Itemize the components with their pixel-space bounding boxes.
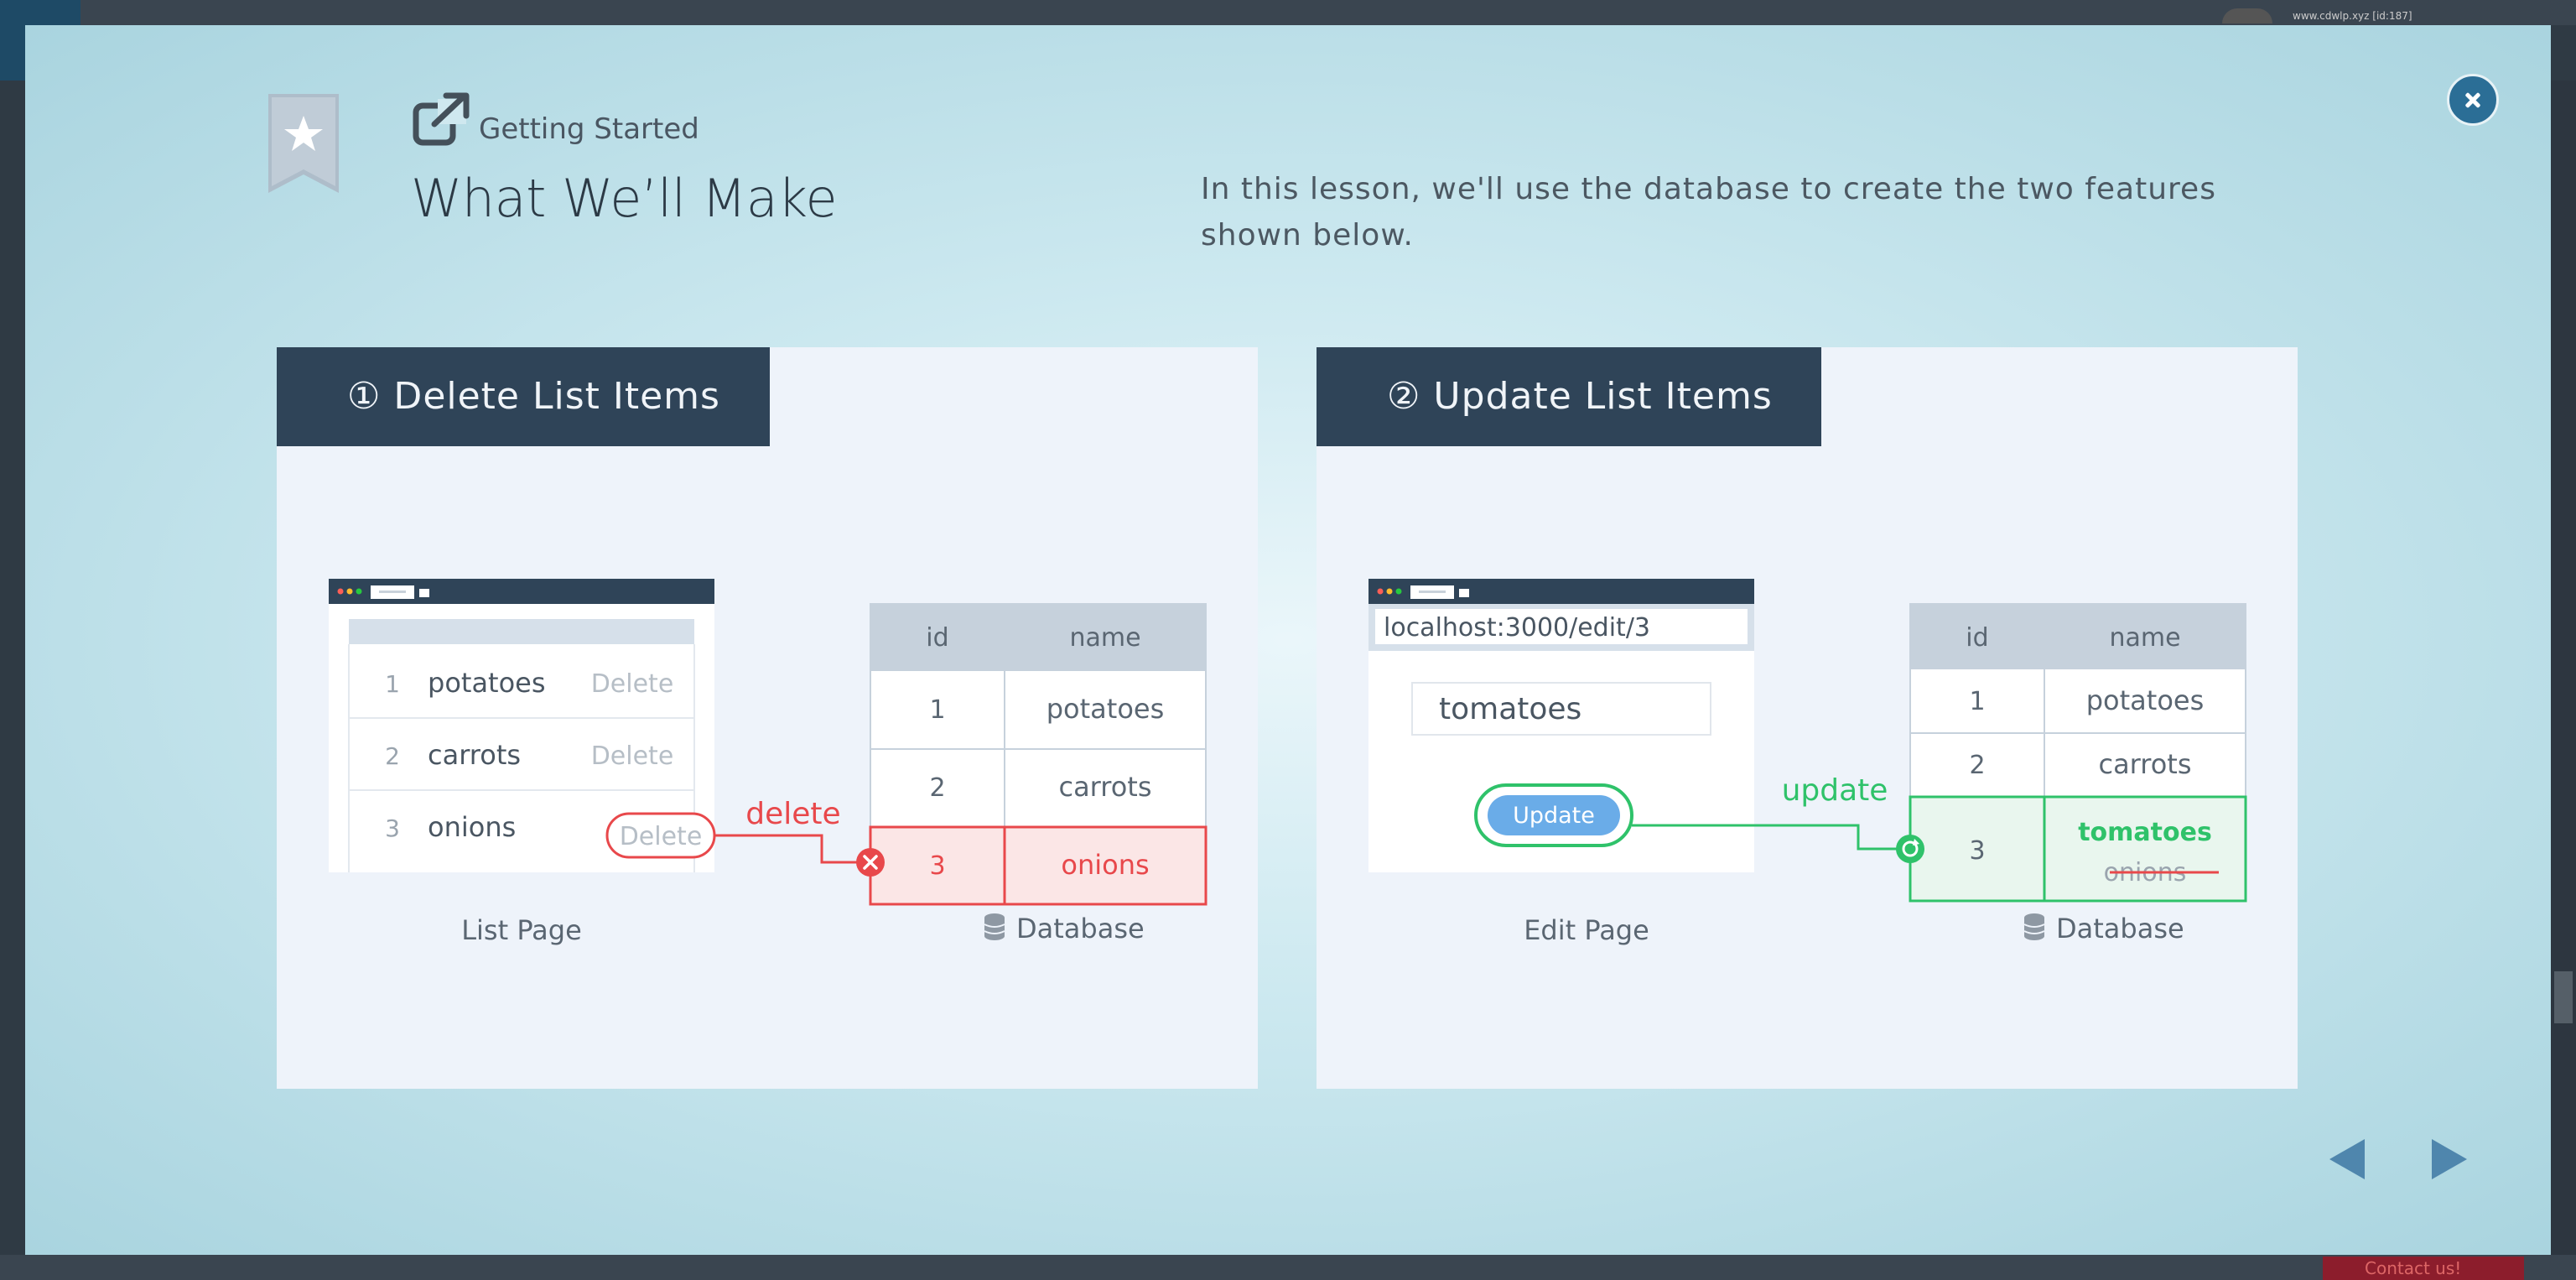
- bookmark-icon[interactable]: [268, 94, 339, 193]
- lesson-modal: Getting Started What We’ll Make In this …: [25, 25, 2551, 1255]
- avatar: [2222, 8, 2272, 23]
- db-cell-id: 2: [1969, 751, 1985, 780]
- update-panel: ② Update List Items localhost:3000/edit/…: [1317, 347, 2298, 1089]
- update-arrow-label: update: [1782, 773, 1888, 808]
- list-row-delete: Delete: [620, 822, 703, 851]
- close-button[interactable]: [2447, 74, 2499, 126]
- update-diagram: localhost:3000/edit/3 tomatoes Update Ed…: [1368, 579, 2247, 946]
- db-cell-id-deleted: 3: [929, 851, 945, 881]
- background-user-text: www.cdwlp.xyz [id:187]: [2293, 10, 2412, 22]
- list-row-delete: Delete: [591, 669, 674, 699]
- delete-arrow-label: delete: [745, 797, 840, 831]
- delete-diagram: 1 potatoes Delete 2 carrots Delete 3 oni…: [329, 579, 1208, 946]
- lesson-category: Getting Started: [479, 112, 699, 146]
- external-link-icon: [413, 92, 471, 146]
- db-column-id: id: [1966, 623, 1988, 653]
- db-column-id: id: [926, 623, 948, 653]
- scrollbar[interactable]: [2551, 81, 2576, 1255]
- triangle-right-icon[interactable]: [2432, 1139, 2467, 1179]
- background-bottombar: [0, 1255, 2576, 1280]
- db-cell-name: carrots: [1058, 771, 1151, 803]
- list-row-delete: Delete: [591, 741, 674, 771]
- list-row-name: onions: [428, 811, 516, 843]
- list-row-num: 2: [385, 742, 400, 770]
- list-row-num: 1: [385, 670, 400, 698]
- db-cell-name: potatoes: [1046, 693, 1165, 725]
- database-caption: Database: [2056, 913, 2184, 944]
- delete-panel: ① Delete List Items 1 potatoes Delete 2 …: [277, 347, 1258, 1089]
- db-column-name: name: [2109, 623, 2180, 653]
- scrollbar-thumb[interactable]: [2554, 971, 2573, 1023]
- lesson-title: What We’ll Make: [411, 168, 838, 229]
- database-table: [869, 603, 1208, 906]
- db-cell-name-new: tomatoes: [2078, 818, 2212, 847]
- refresh-icon: [1896, 835, 1924, 863]
- list-row-name: potatoes: [428, 667, 546, 699]
- delete-x-icon: [856, 848, 885, 877]
- db-cell-id: 1: [1969, 687, 1985, 716]
- edit-page-caption: Edit Page: [1524, 914, 1649, 946]
- db-cell-name-deleted: onions: [1061, 849, 1149, 881]
- db-cell-id: 1: [929, 695, 945, 725]
- list-row-name: carrots: [428, 739, 521, 771]
- db-cell-name: potatoes: [2086, 684, 2205, 716]
- background-topbar: [0, 0, 2576, 25]
- database-icon: [2023, 913, 2045, 940]
- background-user: www.cdwlp.xyz [id:187]: [2222, 8, 2412, 23]
- contact-button[interactable]: Contact us!: [2323, 1257, 2524, 1280]
- database-table: [1909, 603, 2247, 903]
- edit-page-input-value: tomatoes: [1439, 692, 1581, 726]
- list-page-caption: List Page: [461, 914, 582, 946]
- db-cell-id: 2: [929, 773, 945, 803]
- delete-arrow: [714, 834, 870, 864]
- database-caption: Database: [1016, 913, 1145, 944]
- list-row-num: 3: [385, 814, 400, 842]
- triangle-left-icon[interactable]: [2329, 1139, 2365, 1179]
- db-cell-name: carrots: [2098, 748, 2191, 780]
- update-button-label: Update: [1513, 803, 1595, 829]
- database-icon: [984, 913, 1005, 940]
- lesson-intro: In this lesson, we'll use the database t…: [1201, 172, 2216, 252]
- db-column-name: name: [1069, 623, 1140, 653]
- edit-page-url: localhost:3000/edit/3: [1384, 613, 1650, 643]
- db-cell-id-updated: 3: [1969, 836, 1985, 866]
